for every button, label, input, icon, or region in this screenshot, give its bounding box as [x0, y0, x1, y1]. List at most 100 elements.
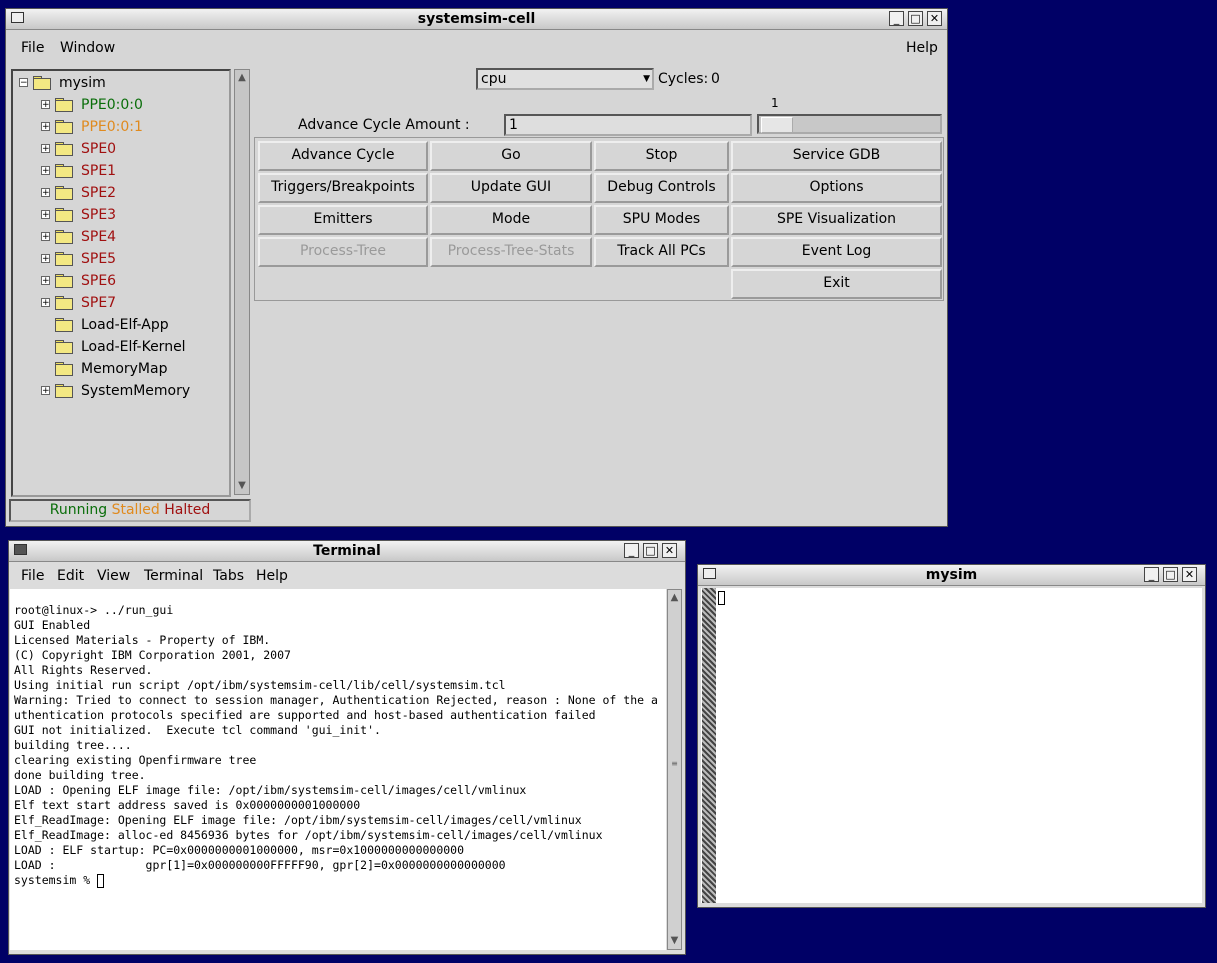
mode-button[interactable]: Mode	[430, 205, 592, 235]
spu-modes-button[interactable]: SPU Modes	[594, 205, 729, 235]
cycles-value: 0	[711, 71, 720, 87]
advance-slider[interactable]	[757, 114, 942, 134]
options-button[interactable]: Options	[731, 173, 942, 203]
terminal-menu-edit[interactable]: Edit	[57, 568, 84, 584]
main-titlebar[interactable]: systemsim-cell _ □ ✕	[6, 9, 947, 30]
terminal-line: LOAD : Opening ELF image file: /opt/ibm/…	[14, 783, 527, 797]
tree-item[interactable]: + SPE7	[13, 293, 223, 313]
menu-window[interactable]: Window	[60, 40, 115, 56]
collapse-icon[interactable]: −	[19, 78, 28, 88]
expand-icon[interactable]: +	[41, 188, 50, 198]
tree-item[interactable]: + SPE1	[13, 161, 223, 181]
tree-item[interactable]: MemoryMap	[13, 359, 223, 379]
slider-handle[interactable]	[761, 117, 793, 133]
tree-item[interactable]: + SPE2	[13, 183, 223, 203]
folder-icon	[55, 252, 73, 266]
cpu-select[interactable]: cpu ▼	[476, 68, 654, 90]
scroll-grip-icon[interactable]: ≡	[670, 760, 679, 768]
triggers-breakpoints-button[interactable]: Triggers/Breakpoints	[258, 173, 428, 203]
expand-icon[interactable]: +	[41, 166, 50, 176]
spe-visualization-button[interactable]: SPE Visualization	[731, 205, 942, 235]
terminal-menu-view[interactable]: View	[97, 568, 130, 584]
mysim-console[interactable]	[701, 588, 1202, 903]
expand-icon[interactable]: +	[41, 210, 50, 220]
terminal-menu-tabs[interactable]: Tabs	[213, 568, 244, 584]
minimize-icon[interactable]: _	[1144, 567, 1159, 582]
tree-item[interactable]: + SPE3	[13, 205, 223, 225]
folder-icon	[55, 120, 73, 134]
minimize-icon[interactable]: _	[624, 543, 639, 558]
exit-button[interactable]: Exit	[731, 269, 942, 299]
process-tree-stats-button[interactable]: Process-Tree-Stats	[430, 237, 592, 267]
folder-icon	[55, 98, 73, 112]
tree-item-label: mysim	[59, 75, 106, 91]
advance-cycle-value: 1	[509, 117, 518, 133]
menu-help[interactable]: Help	[906, 40, 938, 56]
sim-tree[interactable]: − mysim + PPE0:0:0 + PPE0:0:1 + SPE0 + SPE1 + SPE2 +…	[11, 69, 231, 497]
tree-item-label: PPE0:0:0	[81, 97, 143, 113]
expand-icon[interactable]: +	[41, 100, 50, 110]
terminal-menu-file[interactable]: File	[21, 568, 44, 584]
close-icon[interactable]: ✕	[927, 11, 942, 26]
emitters-button[interactable]: Emitters	[258, 205, 428, 235]
terminal-title: Terminal	[313, 543, 381, 559]
tree-item[interactable]: + SPE6	[13, 271, 223, 291]
tree-item[interactable]: Load-Elf-App	[13, 315, 223, 335]
tree-item-label: SPE7	[81, 295, 117, 311]
mysim-title: mysim	[925, 567, 978, 583]
maximize-icon[interactable]: □	[1163, 567, 1178, 582]
tree-item-label: Load-Elf-App	[81, 317, 169, 333]
event-log-button[interactable]: Event Log	[731, 237, 942, 267]
tree-item-label: SPE1	[81, 163, 117, 179]
folder-icon	[55, 384, 73, 398]
advance-cycle-input[interactable]: 1	[504, 114, 752, 136]
tree-item[interactable]: + SPE4	[13, 227, 223, 247]
terminal-scrollbar[interactable]: ▲ ≡ ▼	[667, 589, 682, 950]
expand-icon[interactable]: +	[41, 386, 50, 396]
debug-controls-button[interactable]: Debug Controls	[594, 173, 729, 203]
tree-item[interactable]: + PPE0:0:1	[13, 117, 223, 137]
tree-item[interactable]: + PPE0:0:0	[13, 95, 223, 115]
tree-item[interactable]: + SPE5	[13, 249, 223, 269]
expand-icon[interactable]: +	[41, 254, 50, 264]
process-tree-button[interactable]: Process-Tree	[258, 237, 428, 267]
mysim-titlebar[interactable]: mysim _ □ ✕	[698, 565, 1205, 586]
tree-scrollbar[interactable]: ▲ ▼	[234, 69, 250, 495]
terminal-menu-help[interactable]: Help	[256, 568, 288, 584]
terminal-output[interactable]: root@linux-> ../run_gui GUI Enabled Licens…	[10, 589, 666, 950]
terminal-line: clearing existing Openfirmware tree	[14, 753, 257, 767]
chevron-down-icon[interactable]: ▼	[643, 70, 650, 88]
terminal-titlebar[interactable]: Terminal _ □ ✕	[9, 541, 685, 562]
tree-item[interactable]: Load-Elf-Kernel	[13, 337, 223, 357]
expand-icon[interactable]: +	[41, 298, 50, 308]
folder-icon	[55, 340, 73, 354]
service-gdb-button[interactable]: Service GDB	[731, 141, 942, 171]
expand-icon[interactable]: +	[41, 276, 50, 286]
close-icon[interactable]: ✕	[662, 543, 677, 558]
expand-icon[interactable]: +	[41, 232, 50, 242]
close-icon[interactable]: ✕	[1182, 567, 1197, 582]
terminal-menu-terminal[interactable]: Terminal	[144, 568, 203, 584]
cpu-select-value: cpu	[481, 71, 507, 87]
expand-icon[interactable]: +	[41, 122, 50, 132]
tree-item[interactable]: + SystemMemory	[13, 381, 223, 401]
systemsim-main-window: systemsim-cell _ □ ✕ File Window Help − m…	[5, 8, 948, 527]
update-gui-button[interactable]: Update GUI	[430, 173, 592, 203]
maximize-icon[interactable]: □	[643, 543, 658, 558]
scroll-down-icon[interactable]: ▼	[668, 933, 681, 949]
go-button[interactable]: Go	[430, 141, 592, 171]
track-all-pcs-button[interactable]: Track All PCs	[594, 237, 729, 267]
tree-item[interactable]: − mysim	[13, 73, 223, 93]
scroll-down-icon[interactable]: ▼	[235, 478, 249, 494]
scroll-up-icon[interactable]: ▲	[235, 70, 249, 86]
tree-item-label: SPE2	[81, 185, 117, 201]
menu-file[interactable]: File	[21, 40, 44, 56]
advance-cycle-button[interactable]: Advance Cycle	[258, 141, 428, 171]
scroll-up-icon[interactable]: ▲	[668, 590, 681, 606]
minimize-icon[interactable]: _	[889, 11, 904, 26]
maximize-icon[interactable]: □	[908, 11, 923, 26]
stop-button[interactable]: Stop	[594, 141, 729, 171]
expand-icon[interactable]: +	[41, 144, 50, 154]
terminal-line: Warning: Tried to connect to session man…	[14, 693, 658, 707]
tree-item[interactable]: + SPE0	[13, 139, 223, 159]
